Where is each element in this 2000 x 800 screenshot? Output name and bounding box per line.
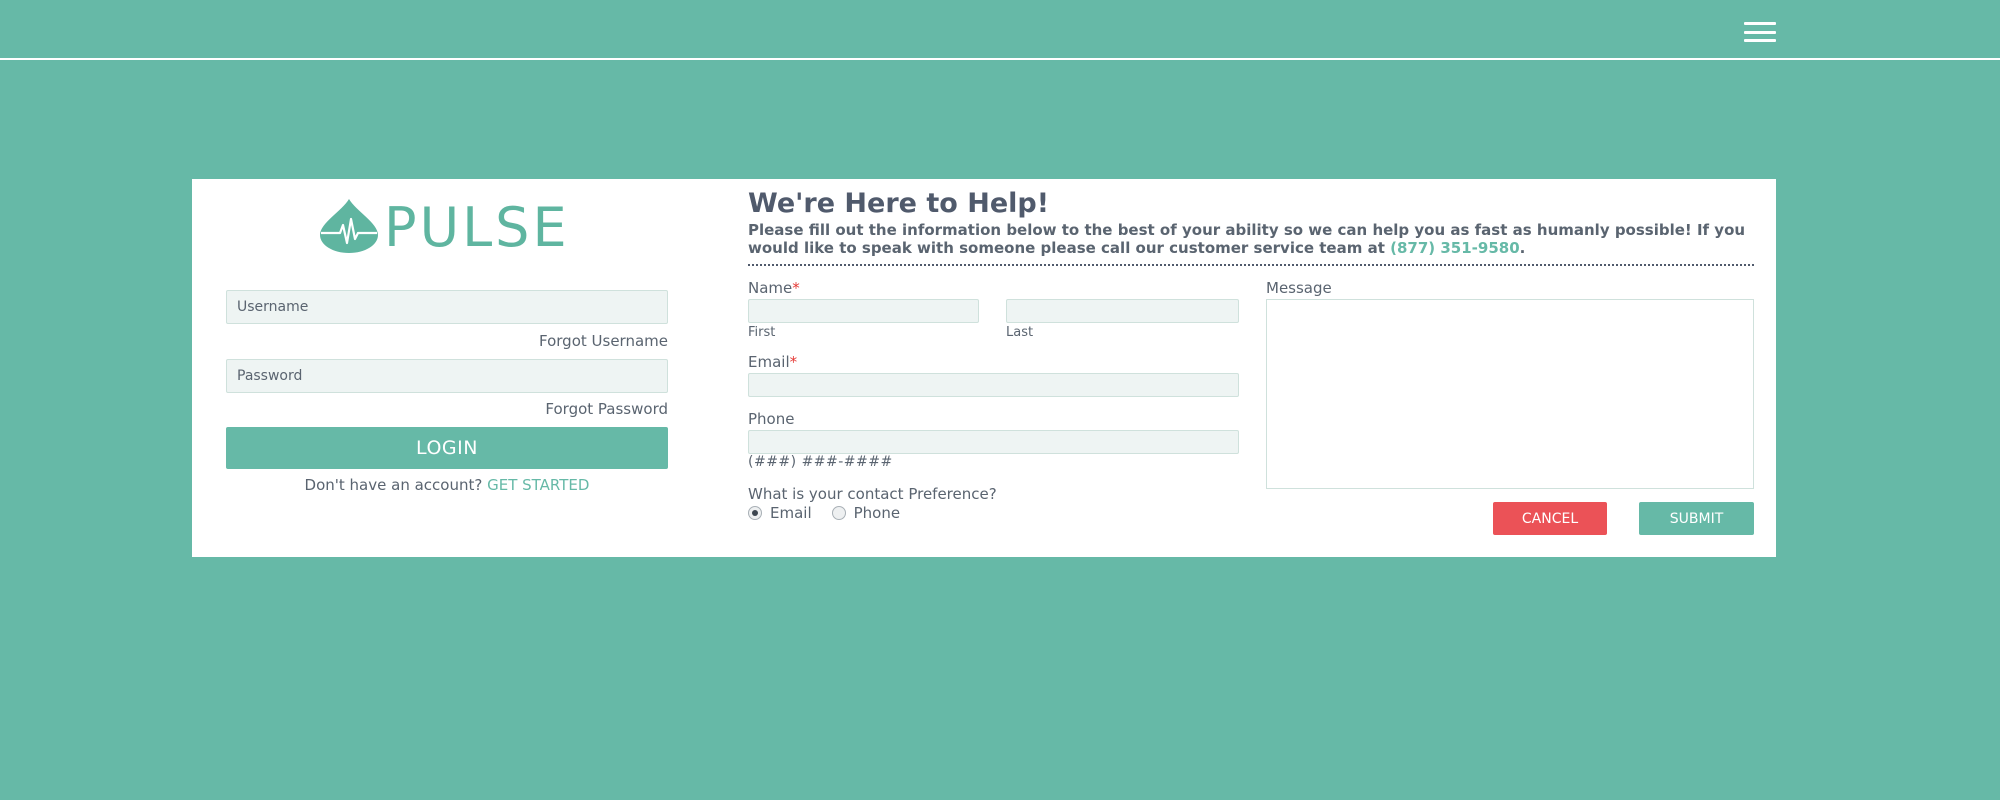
phone-radio[interactable] bbox=[831, 506, 846, 520]
forgot-password-link[interactable]: Forgot Password bbox=[545, 400, 668, 418]
last-name-input[interactable] bbox=[1006, 299, 1239, 323]
username-input[interactable] bbox=[226, 290, 668, 324]
login-button[interactable]: LOGIN bbox=[226, 427, 668, 469]
main-card: PULSE Forgot Username Forgot Password LO… bbox=[192, 179, 1776, 557]
name-label: Name* bbox=[748, 279, 800, 297]
contact-form: We're Here to Help! Please fill out the … bbox=[748, 179, 1754, 557]
top-bar bbox=[0, 0, 2000, 60]
login-panel: PULSE Forgot Username Forgot Password LO… bbox=[226, 179, 668, 557]
phone-radio-label[interactable]: Phone bbox=[854, 504, 900, 522]
phone-input[interactable] bbox=[748, 430, 1239, 454]
message-textarea[interactable] bbox=[1266, 299, 1754, 489]
email-label-text: Email bbox=[748, 353, 790, 371]
email-radio-label[interactable]: Email bbox=[770, 504, 812, 522]
intro-text: Please fill out the information below to… bbox=[748, 221, 1746, 257]
email-input[interactable] bbox=[748, 373, 1239, 397]
phone-number-link[interactable]: (877) 351-9580 bbox=[1390, 239, 1520, 257]
required-mark: * bbox=[792, 279, 800, 297]
required-mark: * bbox=[789, 353, 798, 371]
first-label: First bbox=[748, 325, 776, 340]
dotted-divider bbox=[748, 264, 1754, 266]
forgot-username-link[interactable]: Forgot Username bbox=[539, 332, 668, 350]
logo-text: PULSE bbox=[384, 196, 570, 259]
password-input[interactable] bbox=[226, 359, 668, 393]
preference-radio-group: Email Phone bbox=[748, 504, 920, 522]
intro-end: . bbox=[1519, 239, 1526, 257]
drop-heartbeat-icon bbox=[320, 199, 378, 253]
phone-label: Phone bbox=[748, 410, 795, 428]
get-started-link[interactable]: GET STARTED bbox=[487, 476, 589, 494]
name-label-text: Name bbox=[748, 279, 793, 297]
pulse-logo: PULSE bbox=[320, 197, 582, 259]
hamburger-menu-icon[interactable] bbox=[1744, 22, 1776, 42]
first-name-input[interactable] bbox=[748, 299, 979, 323]
email-radio[interactable] bbox=[748, 506, 762, 520]
last-label: Last bbox=[1006, 325, 1034, 340]
submit-button[interactable]: SUBMIT bbox=[1639, 502, 1754, 535]
contact-intro: Please fill out the information below to… bbox=[748, 221, 1754, 257]
signup-row: Don't have an account? GET STARTED bbox=[226, 476, 668, 494]
contact-title: We're Here to Help! bbox=[748, 188, 1050, 219]
preference-label: What is your contact Preference? bbox=[748, 485, 997, 503]
message-label: Message bbox=[1266, 279, 1332, 297]
cancel-button[interactable]: CANCEL bbox=[1493, 502, 1607, 535]
phone-format-hint: (###) ###-#### bbox=[748, 454, 893, 470]
signup-prompt: Don't have an account? bbox=[304, 476, 483, 494]
email-label: Email* bbox=[748, 353, 797, 371]
